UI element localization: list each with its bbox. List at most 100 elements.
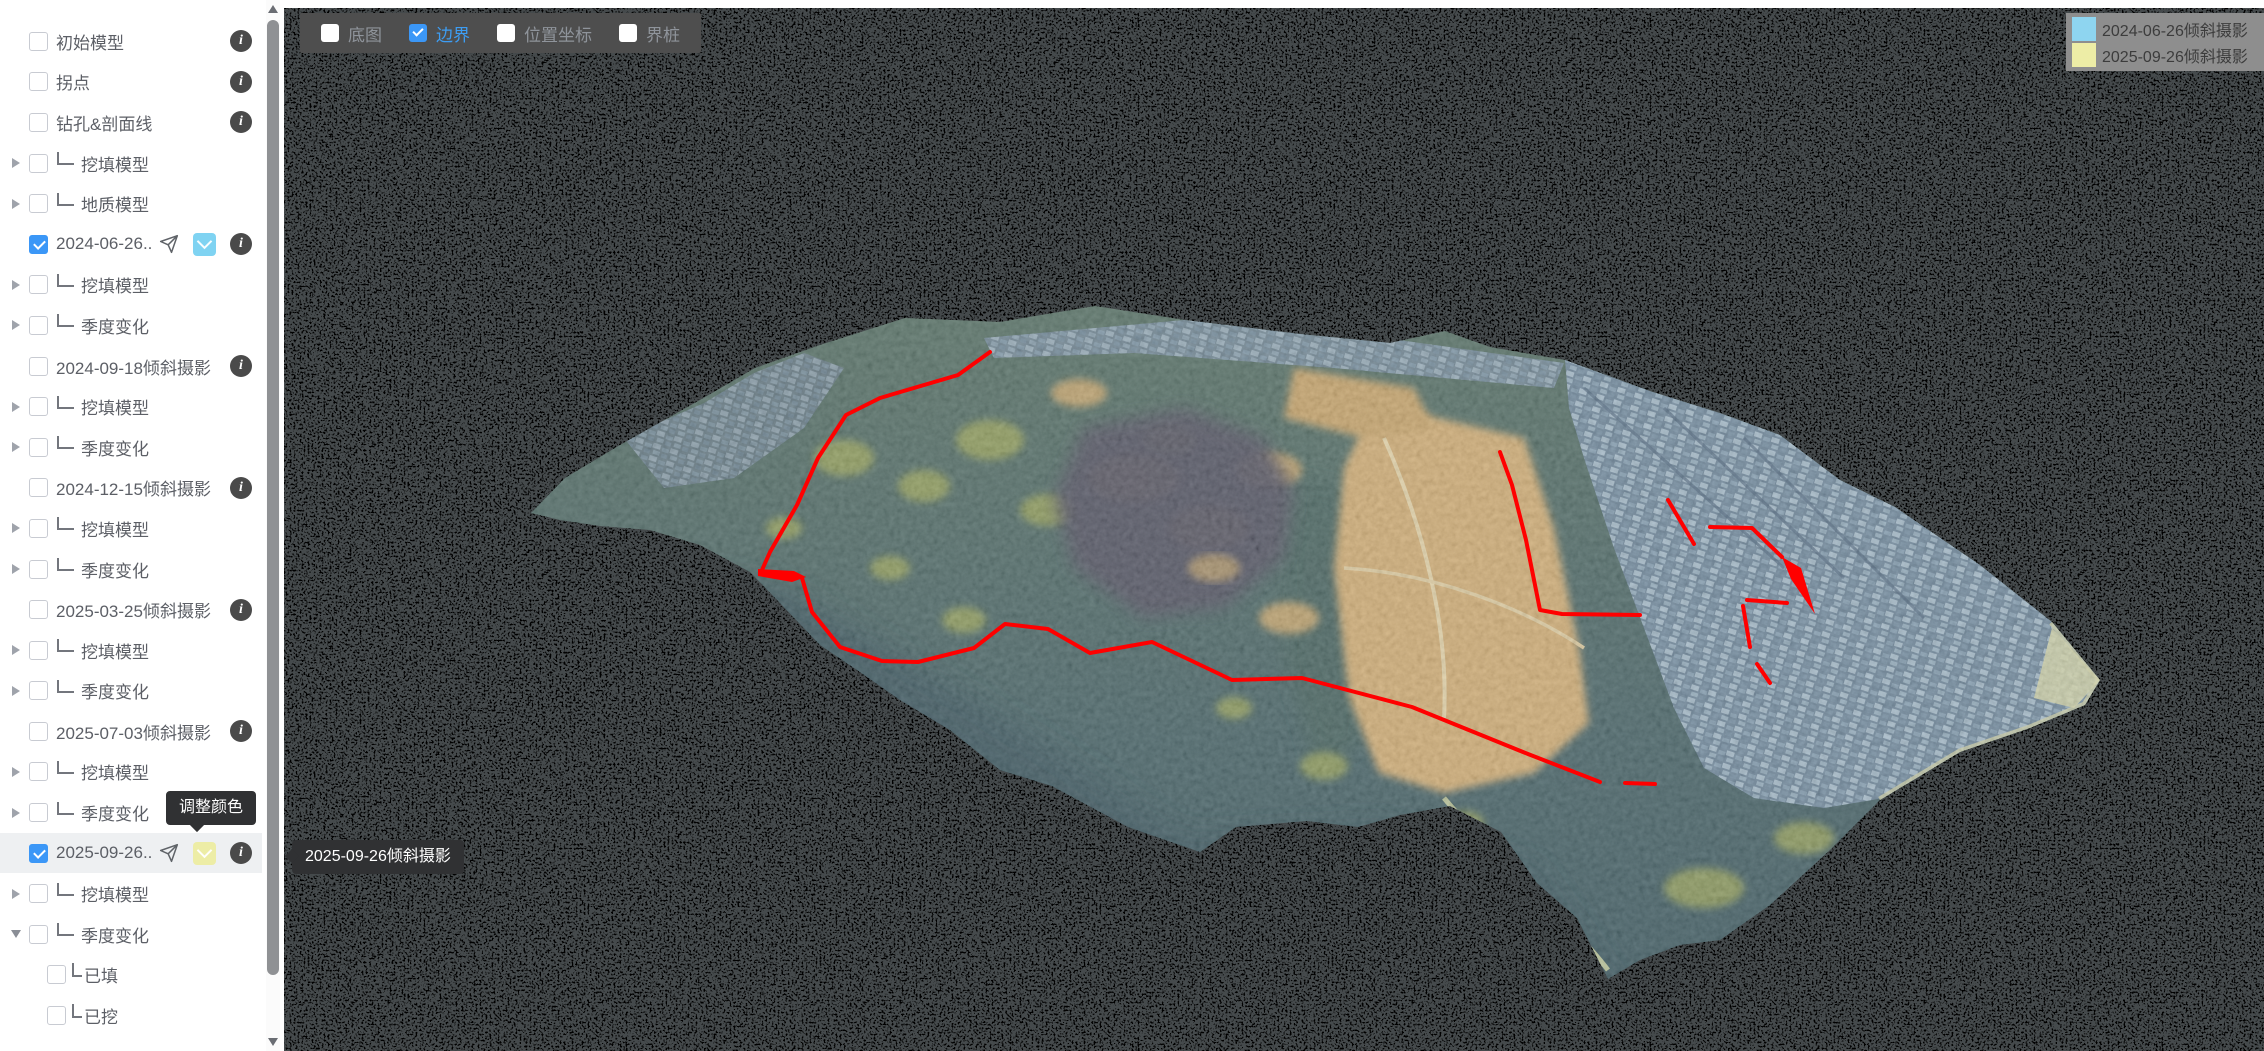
info-icon[interactable]: i xyxy=(230,233,252,255)
chevron-right-icon[interactable] xyxy=(9,686,22,696)
toolbar-checkbox[interactable] xyxy=(409,24,427,42)
layer-checkbox[interactable] xyxy=(29,438,48,457)
layer-row[interactable]: 2025-03-25倾斜摄影i xyxy=(0,589,262,630)
info-icon[interactable]: i xyxy=(230,71,252,93)
layer-row[interactable]: 季度变化 xyxy=(0,305,262,346)
layer-row[interactable]: 拐点i xyxy=(0,62,262,103)
layer-row[interactable]: 2024-06-26... i xyxy=(0,224,262,265)
toolbar-checkbox[interactable] xyxy=(321,24,339,42)
toolbar-toggle[interactable]: 边界 xyxy=(409,21,470,46)
layer-checkbox[interactable] xyxy=(29,478,48,497)
layer-row[interactable]: 钻孔&剖面线i xyxy=(0,102,262,143)
layer-row[interactable]: 季度变化 xyxy=(0,549,262,590)
layer-row[interactable]: 2024-09-18倾斜摄影i xyxy=(0,346,262,387)
chevron-right-icon[interactable] xyxy=(9,280,22,290)
info-icon[interactable]: i xyxy=(230,111,252,133)
layer-row[interactable]: 地质模型 xyxy=(0,183,262,224)
layer-label: 地质模型 xyxy=(81,191,149,216)
layer-row[interactable]: 挖填模型 xyxy=(0,265,262,306)
layer-row[interactable]: 季度变化 xyxy=(0,427,262,468)
toolbar-toggle[interactable]: 位置坐标 xyxy=(497,21,592,46)
locate-icon[interactable] xyxy=(159,233,181,255)
layer-label: 2024-06-26... xyxy=(56,234,153,254)
chevron-right-icon[interactable] xyxy=(9,808,22,818)
layer-checkbox[interactable] xyxy=(29,316,48,335)
layer-row[interactable]: 初始模型i xyxy=(0,21,262,62)
layer-checkbox[interactable] xyxy=(29,884,48,903)
layer-checkbox[interactable] xyxy=(47,965,66,984)
layer-row[interactable]: 季度变化 xyxy=(0,671,262,712)
layer-label: 挖填模型 xyxy=(81,638,149,663)
map-viewport[interactable]: 底图边界位置坐标界桩 2024-06-26倾斜摄影2025-09-26倾斜摄影 xyxy=(284,8,2264,1051)
toolbar-toggle[interactable]: 底图 xyxy=(321,21,382,46)
scroll-up-arrow-icon[interactable] xyxy=(268,5,278,13)
chevron-right-icon[interactable] xyxy=(9,564,22,574)
layer-checkbox[interactable] xyxy=(29,844,48,863)
layer-checkbox[interactable] xyxy=(29,235,48,254)
layer-row[interactable]: 挖填模型 xyxy=(0,630,262,671)
layer-checkbox[interactable] xyxy=(29,641,48,660)
layer-row[interactable]: 季度变化 xyxy=(0,914,262,955)
scrollbar-thumb[interactable] xyxy=(267,20,279,975)
chevron-right-icon[interactable] xyxy=(9,889,22,899)
layer-checkbox[interactable] xyxy=(29,32,48,51)
layer-checkbox[interactable] xyxy=(29,194,48,213)
layer-checkbox[interactable] xyxy=(29,681,48,700)
layer-checkbox[interactable] xyxy=(29,722,48,741)
layer-row[interactable]: 已挖 xyxy=(0,995,262,1036)
layer-checkbox[interactable] xyxy=(29,154,48,173)
layer-row[interactable]: 已填 xyxy=(0,955,262,996)
info-icon[interactable]: i xyxy=(230,720,252,742)
tree-branch-icon xyxy=(57,396,74,409)
chevron-down-icon[interactable] xyxy=(9,930,22,938)
toolbar-toggle[interactable]: 界桩 xyxy=(619,21,680,46)
layer-checkbox[interactable] xyxy=(29,275,48,294)
info-icon[interactable]: i xyxy=(230,842,252,864)
chevron-right-icon[interactable] xyxy=(9,767,22,777)
locate-icon[interactable] xyxy=(159,842,181,864)
layer-row[interactable]: 挖填模型 xyxy=(0,508,262,549)
layer-checkbox[interactable] xyxy=(29,560,48,579)
layer-row[interactable]: 挖填模型 xyxy=(0,143,262,184)
color-swatch-button[interactable] xyxy=(193,233,216,256)
info-icon[interactable]: i xyxy=(230,30,252,52)
layer-row[interactable]: 挖填模型 xyxy=(0,873,262,914)
info-icon[interactable]: i xyxy=(230,599,252,621)
layer-checkbox[interactable] xyxy=(29,519,48,538)
layer-checkbox[interactable] xyxy=(47,1006,66,1025)
layer-checkbox[interactable] xyxy=(29,803,48,822)
chevron-right-icon[interactable] xyxy=(9,523,22,533)
tree-branch-icon xyxy=(57,639,74,652)
layer-checkbox[interactable] xyxy=(29,600,48,619)
info-icon[interactable]: i xyxy=(230,477,252,499)
scroll-down-arrow-icon[interactable] xyxy=(268,1038,278,1046)
toolbar-checkbox[interactable] xyxy=(497,24,515,42)
chevron-right-icon[interactable] xyxy=(9,645,22,655)
info-icon[interactable]: i xyxy=(230,355,252,377)
layer-row[interactable]: 2025-07-03倾斜摄影 i xyxy=(0,711,262,752)
layer-checkbox[interactable] xyxy=(29,925,48,944)
layer-panel: 初始模型i拐点i钻孔&剖面线i挖填模型地质模型2024-06-26...i挖填模… xyxy=(0,0,282,1051)
color-swatch-button[interactable] xyxy=(193,842,216,865)
layer-label: 2025-07-03倾斜摄影 xyxy=(56,719,211,744)
layer-row[interactable]: 挖填模型 xyxy=(0,752,262,793)
layer-checkbox[interactable] xyxy=(29,113,48,132)
chevron-right-icon[interactable] xyxy=(9,158,22,168)
layer-checkbox[interactable] xyxy=(29,762,48,781)
sidebar-scrollbar[interactable] xyxy=(266,0,280,1051)
chevron-right-icon[interactable] xyxy=(9,320,22,330)
layer-row[interactable]: 挖填模型 xyxy=(0,386,262,427)
layer-checkbox[interactable] xyxy=(29,72,48,91)
legend-item: 2024-06-26倾斜摄影 xyxy=(2072,16,2264,42)
layer-row[interactable]: 2024-12-15倾斜摄影i xyxy=(0,468,262,509)
tree-branch-icon xyxy=(57,883,74,896)
toolbar-checkbox[interactable] xyxy=(619,24,637,42)
chevron-right-icon[interactable] xyxy=(9,402,22,412)
toolbar-label: 界桩 xyxy=(646,21,680,46)
layer-checkbox[interactable] xyxy=(29,397,48,416)
chevron-right-icon[interactable] xyxy=(9,442,22,452)
chevron-right-icon[interactable] xyxy=(9,199,22,209)
layer-checkbox[interactable] xyxy=(29,357,48,376)
layer-row[interactable]: 2025-09-26...i xyxy=(0,833,262,874)
layer-label: 挖填模型 xyxy=(81,759,149,784)
